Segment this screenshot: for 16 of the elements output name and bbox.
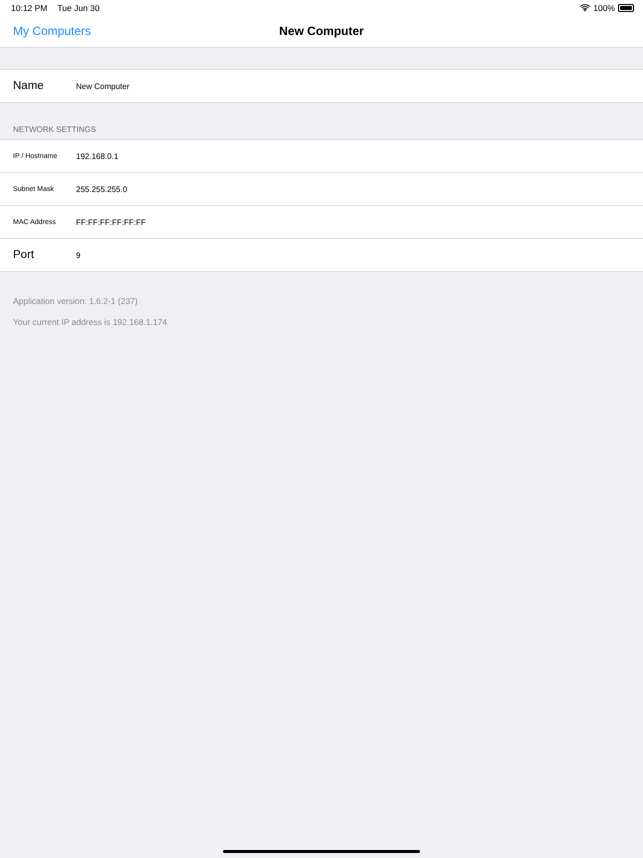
status-date: Tue Jun 30 <box>57 2 100 12</box>
page-title: New Computer <box>279 24 364 38</box>
footer-text: Your current IP address is 192.168.1.174 <box>13 317 168 327</box>
wifi-icon <box>580 4 590 12</box>
battery-icon <box>618 4 634 12</box>
status-time: 10:12 PM <box>11 2 48 12</box>
field-label: Name <box>13 80 45 92</box>
input-field[interactable]: New Computer <box>76 82 376 90</box>
field-label: Port <box>13 249 36 261</box>
input-field[interactable]: 255.255.255.0 <box>76 184 376 194</box>
section-header: NETWORK SETTINGS <box>12 125 98 136</box>
footer-text: Application version: 1.6.2-1 (237) <box>13 296 139 306</box>
input-field[interactable]: 9 <box>76 250 376 260</box>
input-field[interactable]: 192.168.0.1 <box>76 152 376 160</box>
input-field[interactable]: FF:FF:FF:FF:FF:FF <box>76 218 376 226</box>
battery-percent: 100% <box>593 2 615 12</box>
